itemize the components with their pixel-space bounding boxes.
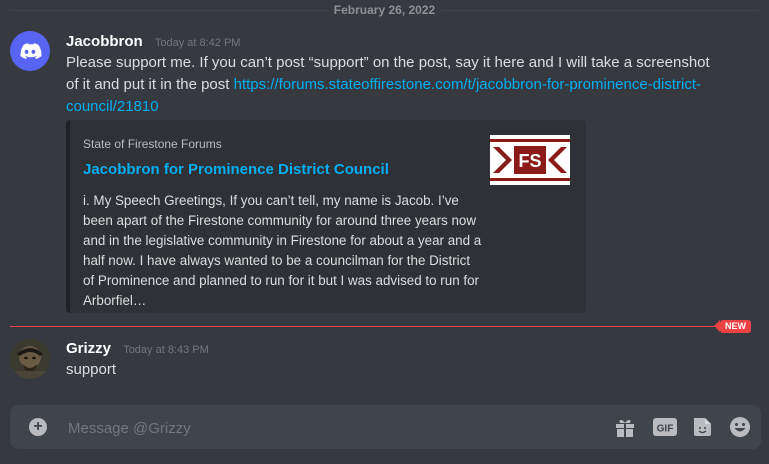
- date-divider-label: February 26, 2022: [327, 3, 442, 17]
- avatar[interactable]: [10, 339, 50, 379]
- message-input[interactable]: [66, 417, 570, 439]
- discord-logo-icon: [20, 43, 42, 59]
- sticker-button[interactable]: [690, 415, 714, 439]
- message-text: support: [66, 361, 117, 378]
- user-avatar-image: [10, 339, 50, 379]
- username[interactable]: Grizzy: [66, 340, 111, 357]
- embed-title[interactable]: Jacobbron for Prominence District Counci…: [83, 161, 389, 178]
- emoji-icon: [730, 417, 750, 437]
- message-text: Please support me. If you can’t post “su…: [66, 52, 716, 118]
- avatar[interactable]: [10, 31, 50, 71]
- gift-button[interactable]: [613, 415, 637, 439]
- emoji-button[interactable]: [728, 415, 752, 439]
- message-header: Grizzy Today at 8:43 PM: [66, 340, 209, 357]
- message-header: Jacobbron Today at 8:42 PM: [66, 33, 240, 50]
- embed-provider[interactable]: State of Firestone Forums: [83, 137, 222, 151]
- embed-thumbnail[interactable]: FS: [490, 135, 570, 185]
- svg-text:GIF: GIF: [657, 424, 674, 435]
- thumbnail-text: FS: [518, 151, 541, 171]
- new-badge: NEW: [714, 320, 751, 333]
- embed-description: i. My Speech Greetings, If you can’t tel…: [83, 193, 482, 308]
- timestamp: Today at 8:42 PM: [154, 37, 241, 49]
- link-embed: State of Firestone Forums Jacobbron for …: [66, 120, 586, 313]
- add-attachment-button[interactable]: +: [29, 418, 47, 436]
- plus-icon: +: [33, 418, 43, 435]
- gif-icon: GIF: [653, 418, 677, 436]
- firestone-logo-icon: FS: [490, 135, 570, 185]
- timestamp: Today at 8:43 PM: [123, 344, 209, 356]
- gift-icon: [616, 419, 634, 437]
- message-composer: + GIF: [10, 405, 761, 449]
- username[interactable]: Jacobbron: [66, 33, 143, 50]
- gif-button[interactable]: GIF: [652, 415, 678, 439]
- sticker-icon: [694, 418, 711, 436]
